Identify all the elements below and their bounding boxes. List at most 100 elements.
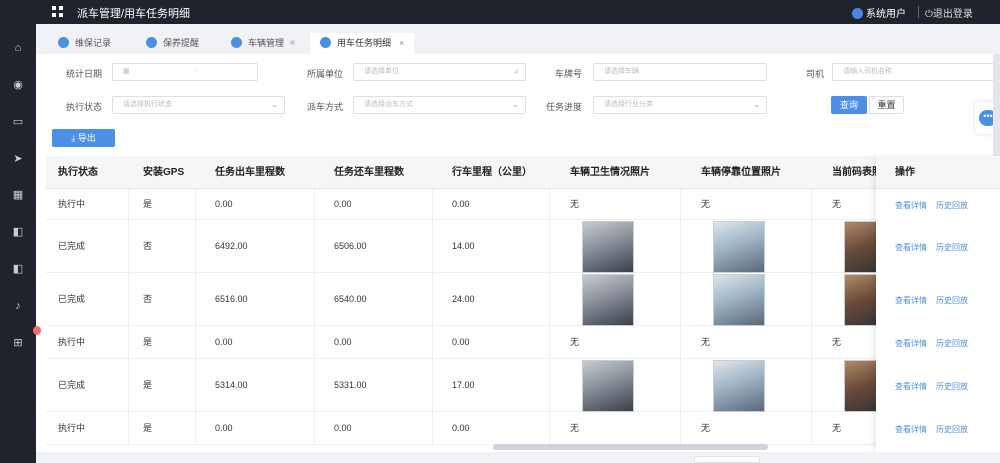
view-detail-link[interactable]: 查看详情 <box>895 295 927 306</box>
history-playback-link[interactable]: 历史回放 <box>936 295 968 306</box>
stat-date-range-input[interactable]: ▦ - <box>112 63 258 81</box>
close-icon[interactable]: × <box>399 38 404 48</box>
cell-divider <box>128 359 129 412</box>
column-header: 执行状态 <box>58 167 98 178</box>
calendar-icon[interactable]: ▦ <box>10 187 26 203</box>
table-cell: 6492.00 <box>215 241 248 251</box>
user-name: 系统用户 <box>866 9 906 20</box>
tab-label: 用车任务明细 <box>337 38 392 48</box>
cell-divider <box>314 273 315 326</box>
table-cell: 0.00 <box>452 423 470 433</box>
table-cell: 17.00 <box>452 380 475 390</box>
view-detail-link[interactable]: 查看详情 <box>895 200 927 211</box>
column-header: 车辆卫生情况照片 <box>570 167 650 178</box>
user-avatar-icon <box>852 8 863 19</box>
hygiene-photo[interactable] <box>582 359 634 412</box>
tab-label: 维保记录 <box>75 38 112 48</box>
table-cell: 已完成 <box>58 241 86 251</box>
horizontal-scrollbar[interactable] <box>493 444 768 450</box>
send-icon[interactable]: ➤ <box>10 151 26 167</box>
car-icon <box>231 37 242 48</box>
tab-vehicle-management[interactable]: 车辆管理 <box>231 33 296 54</box>
tab-task-details[interactable]: 用车任务明细 × <box>310 33 415 54</box>
sidebar: ⌂ ◉ ▭ ➤ ▦ ◧ ◧ ♪ ⊞ <box>0 24 41 463</box>
cell-divider <box>314 359 315 412</box>
table-cell: 否 <box>143 294 153 304</box>
history-playback-link[interactable]: 历史回放 <box>936 381 968 392</box>
table-cell: 0.00 <box>215 337 233 347</box>
cell-divider <box>432 220 433 273</box>
parking-photo[interactable] <box>713 359 765 412</box>
view-detail-link[interactable]: 查看详情 <box>895 424 927 435</box>
unit-label: 所属单位 <box>307 69 344 79</box>
table-cell: 执行中 <box>58 423 86 433</box>
history-playback-link[interactable]: 历史回放 <box>936 200 968 211</box>
table-cell: 6540.00 <box>334 294 367 304</box>
unit-select[interactable]: 请选择单位 ⌕ <box>353 63 526 81</box>
view-detail-link[interactable]: 查看详情 <box>895 242 927 253</box>
location-icon[interactable]: ◉ <box>10 77 26 93</box>
progress-select[interactable]: 请选择行业分类 ⌄ <box>593 96 767 114</box>
home-icon[interactable]: ⌂ <box>10 40 26 56</box>
reset-button[interactable]: 重置 <box>869 96 904 114</box>
cell-divider <box>811 412 812 445</box>
table-cell: 5331.00 <box>334 380 367 390</box>
unit-placeholder: 请选择单位 <box>364 68 399 75</box>
view-detail-link[interactable]: 查看详情 <box>895 338 927 349</box>
wrench-icon <box>58 37 69 48</box>
table-cell: 无 <box>570 199 580 209</box>
view-detail-link[interactable]: 查看详情 <box>895 381 927 392</box>
export-button[interactable]: ⤓ 导出 <box>52 129 115 147</box>
plate-placeholder: 请选择车辆 <box>604 68 639 75</box>
table-cell: 5314.00 <box>215 380 248 390</box>
truck-icon[interactable]: ◧ <box>10 261 26 277</box>
cell-divider <box>128 326 129 359</box>
table-cell: 14.00 <box>452 241 475 251</box>
column-header: 车辆停靠位置照片 <box>701 167 781 178</box>
driver-input[interactable]: 请输入司机名称 <box>832 63 995 81</box>
history-playback-link[interactable]: 历史回放 <box>936 338 968 349</box>
progress-label: 任务进度 <box>546 102 583 112</box>
monitor-icon[interactable]: ▭ <box>10 114 26 130</box>
dispatch-select[interactable]: 请选择派车方式 ⌄ <box>353 96 526 114</box>
cell-divider <box>195 326 196 359</box>
column-header: 安装GPS <box>143 167 185 178</box>
tab-maintenance-reminder[interactable]: 保养提醒 <box>146 33 199 54</box>
tab-bar: 维保记录 保养提醒 车辆管理 用车任务明细 × <box>36 24 1000 54</box>
cell-divider <box>195 412 196 445</box>
export-label: 导出 <box>77 133 96 143</box>
operations-header: 操作 <box>876 156 1000 189</box>
cell-divider <box>680 273 681 326</box>
search-button[interactable]: 查询 <box>831 96 867 114</box>
table-cell: 无 <box>701 337 711 347</box>
table-row: 已完成 否 6492.00 6506.00 14.00 <box>46 220 1000 273</box>
user-menu[interactable]: 系统用户 <box>852 5 906 20</box>
cell-divider <box>811 189 812 220</box>
cell-divider <box>432 359 433 412</box>
exec-status-select[interactable]: 请选择执行状态 ⌄ <box>112 96 285 114</box>
history-playback-link[interactable]: 历史回放 <box>936 242 968 253</box>
cell-divider <box>432 189 433 220</box>
cell-divider <box>432 412 433 445</box>
table-cell: 是 <box>143 380 153 390</box>
history-playback-link[interactable]: 历史回放 <box>936 424 968 435</box>
hygiene-photo[interactable] <box>582 273 634 326</box>
bell-icon[interactable]: ♪ <box>10 298 26 314</box>
app-grid-icon[interactable] <box>52 6 64 18</box>
task-table: 执行状态 安装GPS 任务出车里程数 任务还车里程数 行车里程（公里） 车辆卫生情况照片 车… <box>46 156 1000 452</box>
dispatch-label: 派车方式 <box>307 102 344 112</box>
logout-button[interactable]: ⏻退出登录 <box>925 5 973 20</box>
org-tree-icon[interactable]: ⊞ <box>10 335 26 351</box>
tab-maintenance-records[interactable]: 维保记录 <box>58 33 111 54</box>
truck-icon[interactable]: ◧ <box>10 224 26 240</box>
hygiene-photo[interactable] <box>582 220 634 273</box>
driver-label: 司机 <box>806 69 825 79</box>
tab-close-icon[interactable] <box>290 40 296 45</box>
parking-photo[interactable] <box>713 273 765 326</box>
parking-photo[interactable] <box>713 220 765 273</box>
pagination[interactable] <box>694 456 760 463</box>
table-cell: 0.00 <box>215 199 233 209</box>
table-cell: 无 <box>832 423 842 433</box>
plate-select[interactable]: 请选择车辆 <box>593 63 767 81</box>
table-cell: 是 <box>143 337 153 347</box>
